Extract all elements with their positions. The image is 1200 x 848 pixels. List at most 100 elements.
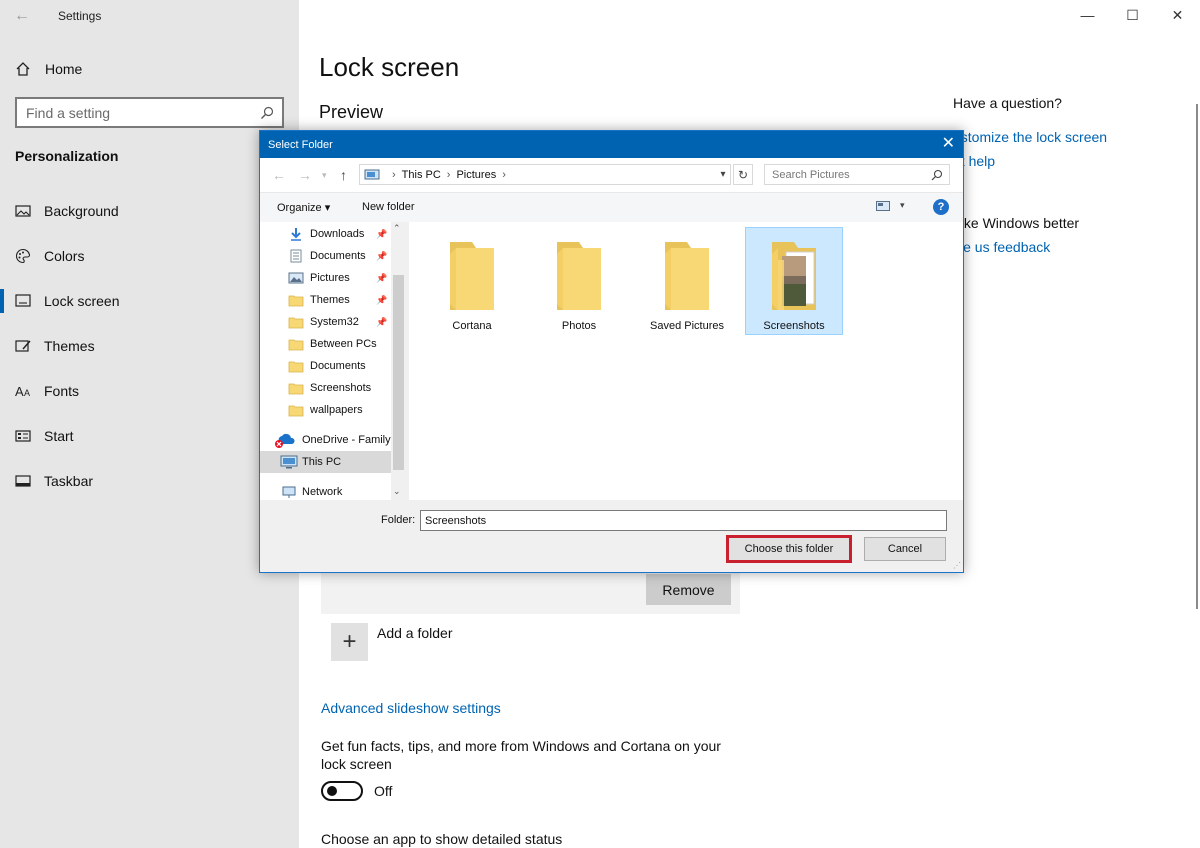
large-folder-icon	[557, 242, 601, 310]
pictures-icon	[288, 272, 304, 284]
up-arrow-icon[interactable]: ↑	[340, 167, 347, 183]
plus-icon: +	[331, 623, 368, 661]
choose-this-folder-button[interactable]: Choose this folder	[726, 535, 852, 563]
sidebar-item-label: Fonts	[44, 382, 80, 399]
personalization-nav: Background Colors Lock screen Themes AA …	[0, 188, 299, 503]
search-icon[interactable]	[931, 169, 943, 181]
feedback-link[interactable]: ive us feedback	[953, 239, 1107, 255]
sidebar-item-lock-screen[interactable]: Lock screen	[0, 278, 299, 323]
navigation-pane[interactable]: Downloads 📌 Documents 📌 Pictures 📌 Theme…	[260, 222, 406, 500]
sidebar-item-label: Colors	[44, 247, 85, 264]
sidebar-item-taskbar[interactable]: Taskbar	[0, 458, 299, 503]
scroll-down-icon[interactable]: ⌄	[393, 486, 401, 497]
tree-item-documents-folder[interactable]: Documents	[288, 355, 366, 377]
sidebar-item-fonts[interactable]: AA Fonts	[0, 368, 299, 413]
search-input[interactable]	[26, 104, 246, 121]
tree-item-network[interactable]: Network	[280, 481, 342, 500]
customize-lock-screen-link[interactable]: ustomize the lock screen	[953, 129, 1107, 145]
dialog-titlebar[interactable]: Select Folder ✕	[260, 131, 963, 158]
tree-item-between-pcs[interactable]: Between PCs	[288, 333, 377, 355]
get-help-link[interactable]: et help	[953, 153, 1107, 169]
pin-icon: 📌	[376, 294, 388, 305]
pin-icon: 📌	[376, 250, 388, 261]
tree-item-system32[interactable]: System32 📌	[288, 311, 387, 333]
sidebar-item-label: Lock screen	[44, 292, 120, 309]
file-item-saved-pictures[interactable]: Saved Pictures	[638, 228, 736, 336]
pin-icon: 📌	[376, 228, 388, 239]
tree-item-documents[interactable]: Documents 📌	[288, 245, 387, 267]
home-icon	[16, 62, 30, 76]
tree-item-screenshots[interactable]: Screenshots	[288, 377, 371, 399]
find-setting-search[interactable]	[15, 97, 284, 128]
pin-icon: 📌	[376, 316, 388, 327]
tree-scrollbar-thumb[interactable]	[393, 275, 404, 470]
file-name: Saved Pictures	[650, 320, 724, 332]
tree-item-label: Documents	[310, 250, 366, 262]
tree-item-label: Downloads	[310, 228, 365, 240]
tree-item-downloads[interactable]: Downloads 📌	[288, 223, 387, 245]
window-controls: — ☐ ✕	[1065, 4, 1200, 26]
help-panel: Have a question? ustomize the lock scree…	[953, 95, 1107, 255]
breadcrumb-this-pc[interactable]: This PC	[402, 169, 441, 181]
close-button[interactable]: ✕	[1155, 4, 1200, 26]
picture-icon	[15, 204, 31, 217]
home-label: Home	[45, 61, 83, 77]
screenshots-folder-icon	[772, 242, 816, 310]
folder-icon	[288, 361, 304, 373]
dialog-close-icon[interactable]: ✕	[942, 135, 955, 153]
file-item-photos[interactable]: Photos	[530, 228, 628, 336]
section-title-personalization: Personalization	[15, 148, 119, 164]
tree-item-label: Pictures	[310, 272, 350, 284]
sidebar-item-themes[interactable]: Themes	[0, 323, 299, 368]
pc-icon	[364, 169, 380, 179]
help-icon[interactable]: ?	[933, 199, 949, 215]
address-bar[interactable]: › This PC › Pictures ›	[359, 164, 731, 185]
large-folder-icon	[665, 242, 709, 310]
sidebar-item-label: Background	[44, 202, 119, 219]
home-nav-item[interactable]: Home	[15, 58, 82, 80]
change-view-button[interactable]: ▾	[876, 200, 905, 211]
choose-app-status-heading: Choose an app to show detailed status	[321, 831, 563, 847]
back-nav-icon[interactable]: ←	[272, 167, 286, 183]
sidebar-item-colors[interactable]: Colors	[0, 233, 299, 278]
main-scrollbar[interactable]	[1196, 104, 1198, 609]
minimize-button[interactable]: —	[1065, 4, 1110, 26]
sidebar-item-background[interactable]: Background	[0, 188, 299, 233]
scroll-up-icon[interactable]: ⌃	[393, 223, 401, 234]
forward-nav-icon[interactable]: →	[298, 167, 312, 183]
dialog-search-input[interactable]	[772, 168, 922, 181]
resize-grip-icon[interactable]: ⋰	[953, 561, 961, 570]
preview-heading: Preview	[319, 102, 384, 122]
tree-item-label: wallpapers	[310, 404, 363, 416]
refresh-icon[interactable]: ↻	[733, 164, 753, 185]
advanced-slideshow-settings-link[interactable]: Advanced slideshow settings	[321, 700, 501, 716]
back-arrow-icon[interactable]: ←	[14, 6, 34, 26]
recent-locations-icon[interactable]: ▾	[322, 170, 327, 181]
maximize-button[interactable]: ☐	[1110, 4, 1155, 26]
tree-item-label: Screenshots	[310, 382, 372, 394]
svg-text:A: A	[15, 384, 24, 399]
new-folder-button[interactable]: New folder	[362, 201, 415, 213]
tree-item-this-pc[interactable]: This PC	[260, 451, 391, 473]
file-item-screenshots[interactable]: Screenshots	[745, 227, 843, 335]
sidebar-item-start[interactable]: Start	[0, 413, 299, 458]
tree-item-wallpapers[interactable]: wallpapers	[288, 399, 363, 421]
file-item-cortana[interactable]: Cortana	[423, 228, 521, 336]
fun-facts-toggle[interactable]	[321, 781, 363, 801]
tree-item-pictures[interactable]: Pictures 📌	[288, 267, 387, 289]
folder-name-input[interactable]	[420, 510, 947, 531]
file-view[interactable]: Cortana Photos Saved Pictures Screenshot…	[409, 222, 963, 500]
cancel-button[interactable]: Cancel	[864, 537, 946, 561]
breadcrumb-pictures[interactable]: Pictures	[456, 169, 496, 181]
dialog-search-box[interactable]	[764, 164, 950, 185]
tree-item-onedrive[interactable]: OneDrive - Family	[274, 429, 391, 451]
tree-item-label: Network	[302, 486, 343, 498]
folder-icon	[288, 339, 304, 351]
folder-icon	[288, 405, 304, 417]
add-folder-button[interactable]: + Add a folder	[331, 623, 453, 661]
tree-item-themes[interactable]: Themes 📌	[288, 289, 387, 311]
address-dropdown-icon[interactable]: ▾	[715, 164, 731, 185]
organize-menu[interactable]: Organize ▾	[277, 201, 330, 214]
remove-button[interactable]: Remove	[646, 574, 731, 605]
search-icon[interactable]	[260, 106, 274, 120]
